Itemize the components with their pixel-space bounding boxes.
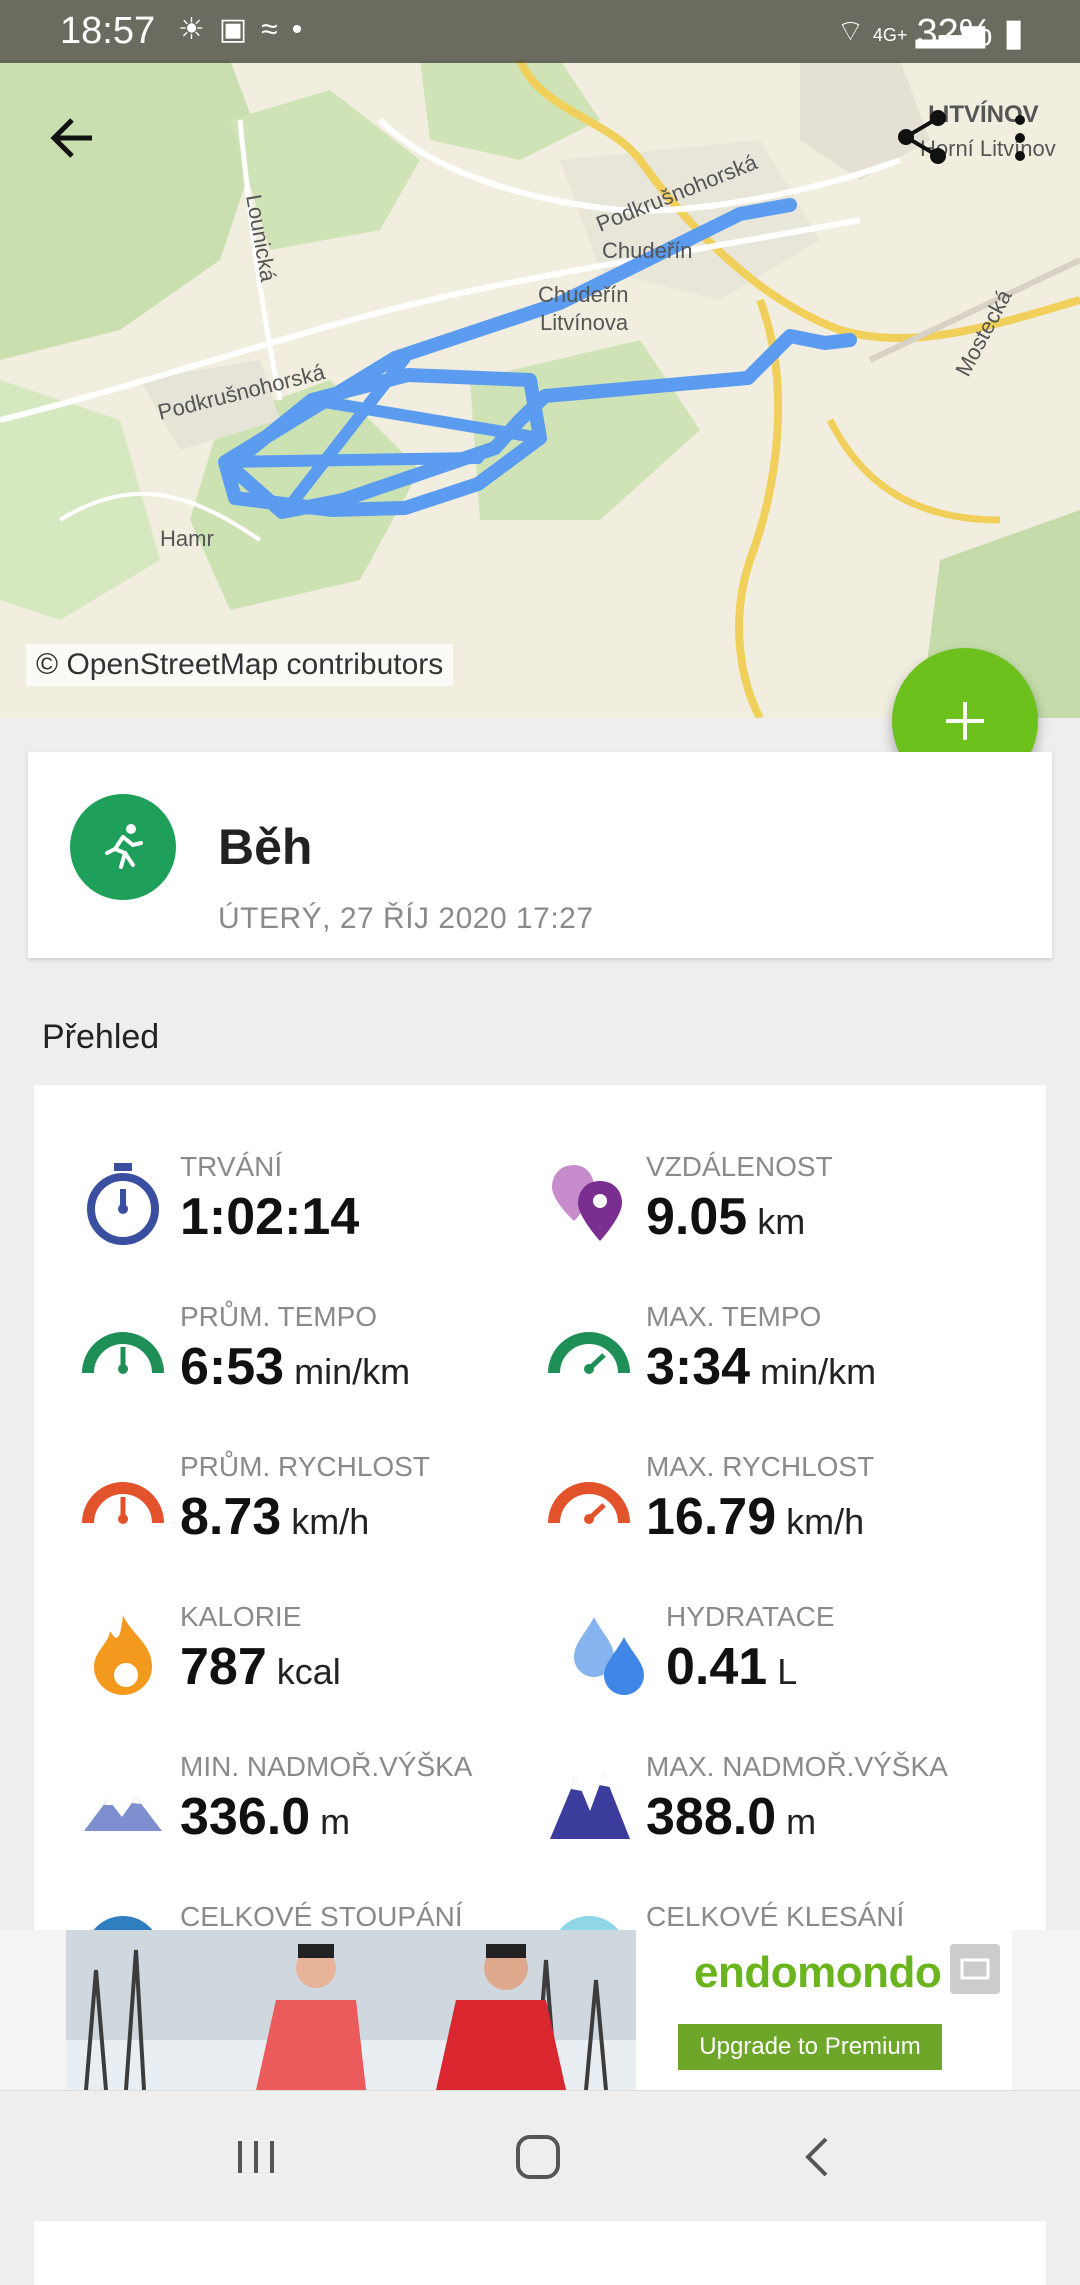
stat-unit: L: [777, 1651, 798, 1692]
avg-speed-gauge-icon: [82, 1482, 164, 1524]
workout-datetime: ÚTERÝ, 27 ŘÍJ 2020 17:27: [218, 902, 594, 935]
network-type: 4G+: [872, 25, 908, 45]
stat-duration: TRVÁNÍ 1:02:14: [80, 1151, 550, 1281]
stat-label: HYDRATACE: [666, 1601, 835, 1632]
map-label: Chudeřín: [602, 238, 693, 263]
status-bar: 18:57 ☀▣≈• ⌔ 4G+ ▂▃▅ 32% ▮: [0, 0, 1080, 63]
map-label: Litvínova: [540, 310, 629, 335]
stat-label: MAX. RYCHLOST: [646, 1451, 875, 1482]
stat-calories: KALORIE 787 kcal: [80, 1601, 550, 1731]
share-icon: [898, 110, 946, 164]
overview-title: Přehled: [42, 1018, 160, 1056]
map-attribution[interactable]: © OpenStreetMap contributors: [26, 644, 454, 686]
stat-label: CELKOVÉ STOUPÁNÍ: [180, 1901, 463, 1932]
system-navigation-bar: [0, 2090, 1080, 2221]
stat-unit: km/h: [291, 1501, 370, 1542]
stat-value: 16.79: [646, 1488, 777, 1546]
stat-unit: min/km: [294, 1351, 411, 1392]
battery-percent: 32%: [916, 12, 993, 54]
wifi-icon: ⌔: [836, 15, 865, 48]
avg-pace-gauge-icon: [82, 1332, 164, 1374]
back-button[interactable]: [42, 106, 106, 170]
battery-level: 32% ▮: [916, 10, 1024, 55]
stat-unit: km: [757, 1201, 806, 1242]
max-speed-gauge-icon: [548, 1482, 630, 1524]
distance-pins-icon: [552, 1165, 622, 1241]
stat-avg-speed: PRŮM. RYCHLOST 8.73 km/h: [80, 1451, 550, 1581]
mountain-low-icon: [84, 1797, 162, 1831]
route-map[interactable]: Podkrušnohorská Chudeřín Chudeřín Litvín…: [0, 0, 1080, 718]
stat-value: 336.0: [180, 1788, 311, 1846]
sport-title: Běh: [218, 819, 313, 875]
stat-hydration: HYDRATACE 0.41 L: [566, 1601, 1036, 1731]
stat-label: MAX. TEMPO: [646, 1301, 822, 1332]
stat-distance: VZDÁLENOST 9.05 km: [546, 1151, 1016, 1281]
ad-close-button[interactable]: [950, 1944, 1000, 1994]
ad-banner[interactable]: endomondo Upgrade to Premium: [0, 1930, 1080, 2090]
battery-icon: ▮: [1003, 12, 1024, 54]
stat-max-pace: MAX. TEMPO 3:34 min/km: [546, 1301, 1016, 1431]
recent-apps-button[interactable]: [226, 2127, 286, 2187]
stat-label: TRVÁNÍ: [180, 1151, 283, 1182]
stat-label: VZDÁLENOST: [646, 1151, 833, 1182]
stat-label: MAX. NADMOŘ.VÝŠKA: [646, 1751, 948, 1782]
map-label: Hamr: [160, 526, 214, 551]
upgrade-premium-button[interactable]: Upgrade to Premium: [678, 2024, 942, 2070]
plus-icon: [946, 702, 984, 740]
stat-value: 9.05: [646, 1188, 748, 1246]
home-icon: [516, 2135, 560, 2179]
ad-brand-panel[interactable]: endomondo Upgrade to Premium: [636, 1930, 1012, 2090]
flame-icon: [94, 1615, 152, 1695]
stat-max-speed: MAX. RYCHLOST 16.79 km/h: [546, 1451, 1016, 1581]
ad-info-icon: [960, 1958, 990, 1980]
stopwatch-icon: [87, 1163, 159, 1245]
stat-value: 0.41: [666, 1638, 768, 1696]
water-drops-icon: [574, 1617, 644, 1695]
home-button[interactable]: [508, 2127, 568, 2187]
stat-unit: m: [786, 1801, 817, 1842]
share-button[interactable]: [892, 106, 954, 168]
stat-min-altitude: MIN. NADMOŘ.VÝŠKA 336.0 m: [80, 1751, 550, 1881]
stat-value: 388.0: [646, 1788, 777, 1846]
stat-value: 8.73: [180, 1488, 282, 1546]
stat-value: 1:02:14: [180, 1188, 360, 1246]
notification-icons: ☀▣≈•: [178, 13, 317, 46]
ad-image[interactable]: [66, 1930, 636, 2090]
running-icon: [105, 824, 143, 869]
stat-unit: m: [320, 1801, 351, 1842]
chevron-left-icon: [805, 2137, 828, 2177]
arrow-back-icon: [50, 118, 92, 158]
runners-photo-icon: [66, 1930, 636, 2090]
max-pace-gauge-icon: [548, 1332, 630, 1374]
stat-unit: km/h: [786, 1501, 865, 1542]
endomondo-logo: endomondo: [694, 1948, 942, 1997]
sport-badge: [70, 794, 176, 900]
stat-value: 6:53: [180, 1338, 285, 1396]
more-vert-icon: [1015, 115, 1025, 161]
stat-label: PRŮM. RYCHLOST: [180, 1451, 430, 1482]
stat-max-altitude: MAX. NADMOŘ.VÝŠKA 388.0 m: [546, 1751, 1016, 1881]
system-back-button[interactable]: [788, 2127, 848, 2187]
stat-unit: min/km: [760, 1351, 877, 1392]
stat-unit: kcal: [276, 1651, 341, 1692]
mountain-high-icon: [550, 1773, 630, 1839]
stat-label: CELKOVÉ KLESÁNÍ: [646, 1901, 905, 1932]
stat-label: KALORIE: [180, 1601, 302, 1632]
stat-label: MIN. NADMOŘ.VÝŠKA: [180, 1751, 473, 1782]
status-time: 18:57: [60, 10, 156, 52]
recent-apps-icon: [238, 2141, 274, 2173]
stat-label: PRŮM. TEMPO: [180, 1301, 378, 1332]
workout-header-card: Běh ÚTERÝ, 27 ŘÍJ 2020 17:27: [28, 752, 1052, 958]
stat-avg-pace: PRŮM. TEMPO 6:53 min/km: [80, 1301, 550, 1431]
more-options-button[interactable]: [1000, 106, 1040, 170]
stat-value: 787: [180, 1638, 267, 1696]
stat-value: 3:34: [646, 1338, 751, 1396]
map-label: Chudeřín: [538, 282, 629, 307]
